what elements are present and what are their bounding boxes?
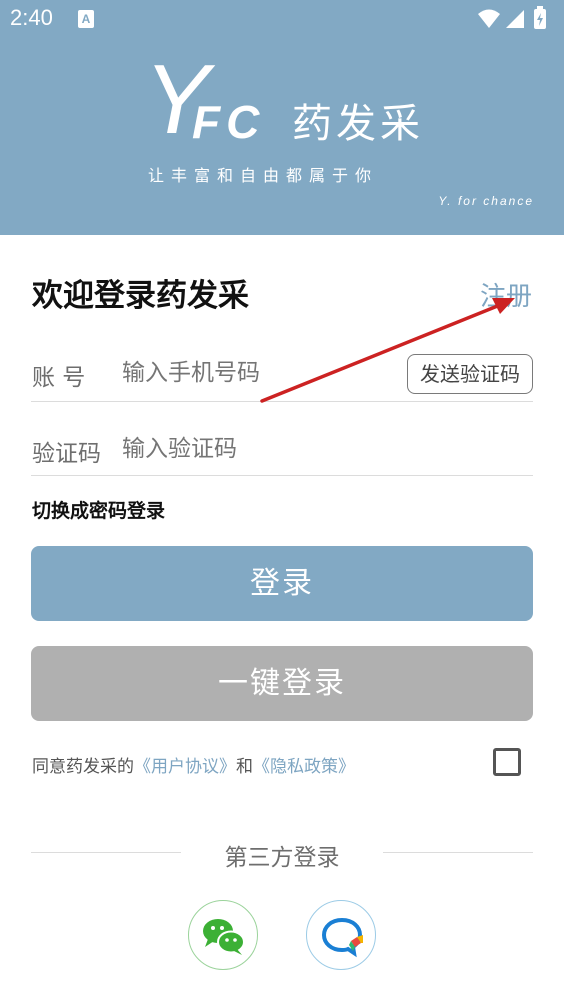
login-button[interactable]: 登录 bbox=[31, 546, 533, 621]
wechat-login-button[interactable] bbox=[188, 900, 258, 970]
chat-login-button[interactable] bbox=[306, 900, 376, 970]
register-link[interactable]: 注册 bbox=[480, 276, 532, 313]
account-label: 账 号 bbox=[32, 365, 86, 391]
status-time: 2:40 bbox=[10, 5, 53, 30]
account-divider bbox=[31, 401, 533, 402]
header-banner: 2:40 A Y FC 药发采 让丰富和自由都属于你 Y. for chance bbox=[0, 0, 564, 235]
third-party-divider-right bbox=[383, 852, 533, 853]
code-input[interactable] bbox=[122, 432, 502, 466]
agreement-text: 同意药发采的《用户协议》和《隐私政策》 bbox=[32, 752, 355, 777]
logo-subtitle: Y. for chance bbox=[438, 194, 534, 208]
switch-password-login-link[interactable]: 切换成密码登录 bbox=[32, 496, 165, 523]
notification-icon: A bbox=[78, 10, 94, 28]
third-party-title: 第三方登录 bbox=[224, 845, 340, 871]
send-code-button[interactable]: 发送验证码 bbox=[407, 354, 533, 394]
phone-input[interactable] bbox=[122, 356, 392, 390]
privacy-policy-link[interactable]: 《隐私政策》 bbox=[253, 757, 355, 777]
user-agreement-link[interactable]: 《用户协议》 bbox=[134, 757, 236, 777]
onekey-login-button[interactable]: 一键登录 bbox=[31, 646, 533, 721]
signal-icon bbox=[506, 10, 524, 28]
status-icons bbox=[478, 6, 546, 29]
logo-slogan: 让丰富和自由都属于你 bbox=[148, 166, 379, 185]
page-title: 欢迎登录药发采 bbox=[32, 278, 249, 314]
logo-app-name: 药发采 bbox=[292, 101, 424, 147]
chat-bubble-icon bbox=[321, 917, 363, 958]
agreement-prefix: 同意药发采的 bbox=[32, 757, 134, 777]
wechat-icon bbox=[203, 919, 245, 955]
agreement-and: 和 bbox=[236, 757, 253, 777]
code-divider bbox=[31, 475, 533, 476]
agreement-checkbox[interactable] bbox=[493, 748, 521, 776]
logo-fc: FC bbox=[192, 96, 266, 148]
wifi-icon bbox=[478, 9, 500, 28]
code-label: 验证码 bbox=[32, 441, 101, 467]
